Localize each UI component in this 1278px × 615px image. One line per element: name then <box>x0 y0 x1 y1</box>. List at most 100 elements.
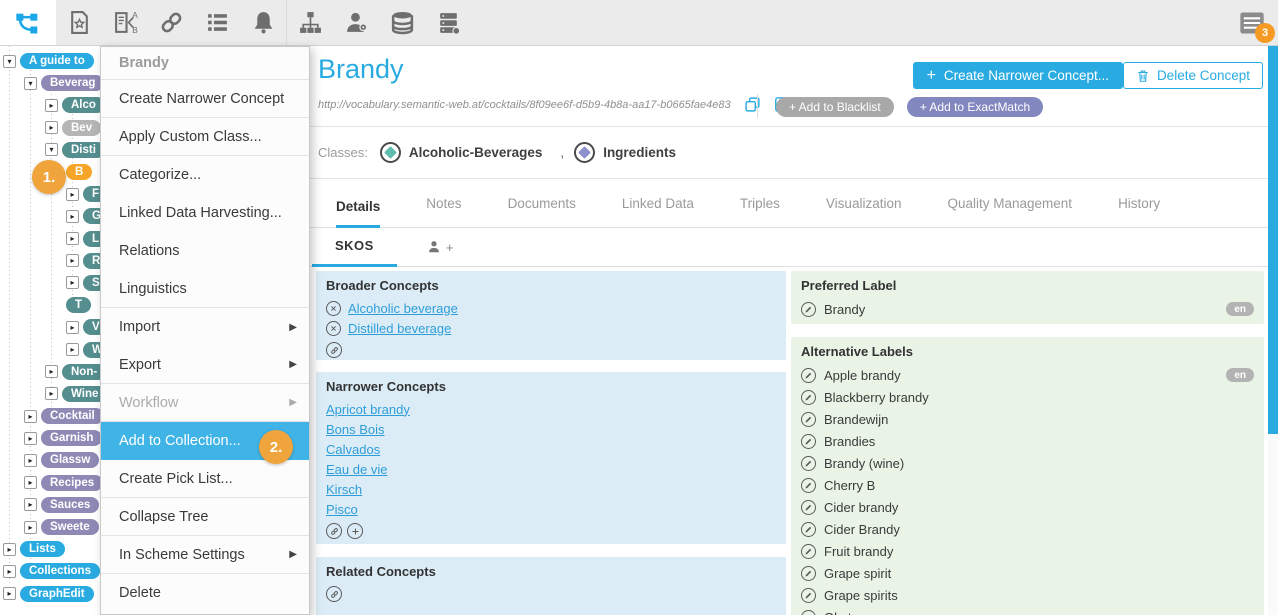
document-star-icon[interactable] <box>56 0 102 45</box>
remove-relation-icon[interactable] <box>326 301 341 316</box>
bell-icon[interactable] <box>240 0 286 45</box>
tree-expander-icon[interactable] <box>45 121 58 134</box>
server-backup-icon[interactable] <box>425 0 471 45</box>
user-settings-icon[interactable] <box>333 0 379 45</box>
class-item[interactable]: Alcoholic-Beverages , <box>380 142 574 163</box>
context-menu-item[interactable]: In Scheme Settings ▶ <box>101 536 309 574</box>
tab[interactable]: Visualization <box>826 196 902 228</box>
link-icon[interactable] <box>148 0 194 45</box>
tree-expander-icon[interactable] <box>24 476 37 489</box>
link-concept-icon[interactable] <box>326 586 342 602</box>
create-narrower-concept-button[interactable]: + Create Narrower Concept... <box>913 62 1123 89</box>
tab[interactable]: Triples <box>740 196 780 228</box>
edit-label-icon[interactable] <box>801 412 816 427</box>
tree-node-label[interactable]: GraphEdit <box>20 586 94 602</box>
context-menu-item[interactable]: Collapse Tree ▶ <box>101 498 309 536</box>
tree-expander-icon[interactable] <box>3 565 16 578</box>
edit-label-icon[interactable] <box>801 500 816 515</box>
tree-expander-icon[interactable] <box>45 387 58 400</box>
edit-label-icon[interactable] <box>801 522 816 537</box>
tree-expander-icon[interactable] <box>3 55 16 68</box>
tree-node-label[interactable]: Sweete <box>41 519 99 535</box>
tree-expander-icon[interactable] <box>3 543 16 556</box>
link-concept-icon[interactable] <box>326 523 342 539</box>
class-item[interactable]: Ingredients , <box>574 142 676 163</box>
tree-expander-icon[interactable] <box>66 210 79 223</box>
edit-label-icon[interactable] <box>801 478 816 493</box>
tree-expander-icon[interactable] <box>66 232 79 245</box>
tree-node-label[interactable]: Beverag <box>41 75 104 91</box>
concept-link[interactable]: Alcoholic beverage <box>348 301 458 316</box>
tree-expander-icon[interactable] <box>66 321 79 334</box>
copy-uri-icon[interactable] <box>744 96 761 113</box>
context-menu-item[interactable]: Linguistics ▶ <box>101 270 309 308</box>
edit-label-icon[interactable] <box>801 610 816 615</box>
tree-node-label[interactable]: Cocktail <box>41 408 104 424</box>
add-to-exactmatch-button[interactable]: + Add to ExactMatch <box>907 97 1043 117</box>
delete-concept-button[interactable]: Delete Concept <box>1123 62 1263 89</box>
concept-link[interactable]: Pisco <box>326 502 358 517</box>
edit-label-icon[interactable] <box>801 368 816 383</box>
edit-label-icon[interactable] <box>801 566 816 581</box>
tree-node-label[interactable]: T <box>66 297 91 313</box>
database-icon[interactable] <box>379 0 425 45</box>
scrollbar-thumb[interactable] <box>1268 46 1278 434</box>
tree-expander-icon[interactable] <box>45 99 58 112</box>
concept-link[interactable]: Bons Bois <box>326 422 385 437</box>
tree-node-label[interactable]: B <box>66 164 92 180</box>
tab[interactable]: Quality Management <box>947 196 1072 228</box>
context-menu-item[interactable]: Export ▶ <box>101 346 309 384</box>
concept-link[interactable]: Kirsch <box>326 482 362 497</box>
tree-expander-icon[interactable] <box>24 432 37 445</box>
concept-link[interactable]: Eau de vie <box>326 462 387 477</box>
tree-node-label[interactable]: Garnish <box>41 430 102 446</box>
tree-expander-icon[interactable] <box>24 521 37 534</box>
tree-expander-icon[interactable] <box>66 254 79 267</box>
tree-node-label[interactable]: Alco <box>62 97 105 113</box>
tree-node-label[interactable]: Disti <box>62 142 105 158</box>
add-concept-icon[interactable] <box>347 523 363 539</box>
add-language-button[interactable]: + <box>427 240 454 255</box>
tree-expander-icon[interactable] <box>66 276 79 289</box>
tab[interactable]: Documents <box>508 196 576 228</box>
tab[interactable]: Notes <box>426 196 461 228</box>
tab[interactable]: History <box>1118 196 1160 228</box>
tree-expander-icon[interactable] <box>66 343 79 356</box>
concept-link[interactable]: Calvados <box>326 442 380 457</box>
sitemap-icon[interactable] <box>287 0 333 45</box>
link-concept-icon[interactable] <box>326 342 342 358</box>
tree-node-label[interactable]: Glassw <box>41 452 99 468</box>
tree-node-label[interactable]: Recipes <box>41 475 103 491</box>
context-menu-item[interactable]: Create Pick List... ▶ <box>101 460 309 498</box>
tree-node-label[interactable]: Sauces <box>41 497 99 513</box>
tree-expander-icon[interactable] <box>3 587 16 600</box>
context-menu-item[interactable]: Categorize... ▶ <box>101 156 309 194</box>
tab[interactable]: Linked Data <box>622 196 694 228</box>
tree-expander-icon[interactable] <box>66 188 79 201</box>
remove-relation-icon[interactable] <box>326 321 341 336</box>
edit-label-icon[interactable] <box>801 588 816 603</box>
text-extraction-icon[interactable] <box>102 0 148 45</box>
context-menu-item[interactable]: Delete ▶ <box>101 574 309 612</box>
context-menu-item[interactable]: Linked Data Harvesting... ▶ <box>101 194 309 232</box>
concept-link[interactable]: Distilled beverage <box>348 321 451 336</box>
edit-label-icon[interactable] <box>801 302 816 317</box>
notes-button[interactable]: 3 <box>1236 9 1268 37</box>
tree-expander-icon[interactable] <box>24 77 37 90</box>
tab-skos[interactable]: SKOS <box>312 228 397 267</box>
context-menu-item[interactable]: Relations ▶ <box>101 232 309 270</box>
tree-expander-icon[interactable] <box>45 365 58 378</box>
edit-label-icon[interactable] <box>801 434 816 449</box>
context-menu-item[interactable]: Create Narrower Concept ▶ <box>101 80 309 118</box>
edit-label-icon[interactable] <box>801 544 816 559</box>
tree-node-label[interactable]: Collections <box>20 563 100 579</box>
edit-label-icon[interactable] <box>801 390 816 405</box>
list-icon[interactable] <box>194 0 240 45</box>
tree-expander-icon[interactable] <box>24 498 37 511</box>
concept-link[interactable]: Apricot brandy <box>326 402 410 417</box>
tree-expander-icon[interactable] <box>24 454 37 467</box>
add-to-blacklist-button[interactable]: + Add to Blacklist <box>776 97 894 117</box>
tree-expander-icon[interactable] <box>24 410 37 423</box>
edit-label-icon[interactable] <box>801 456 816 471</box>
tree-node-label[interactable]: Bev <box>62 120 101 136</box>
